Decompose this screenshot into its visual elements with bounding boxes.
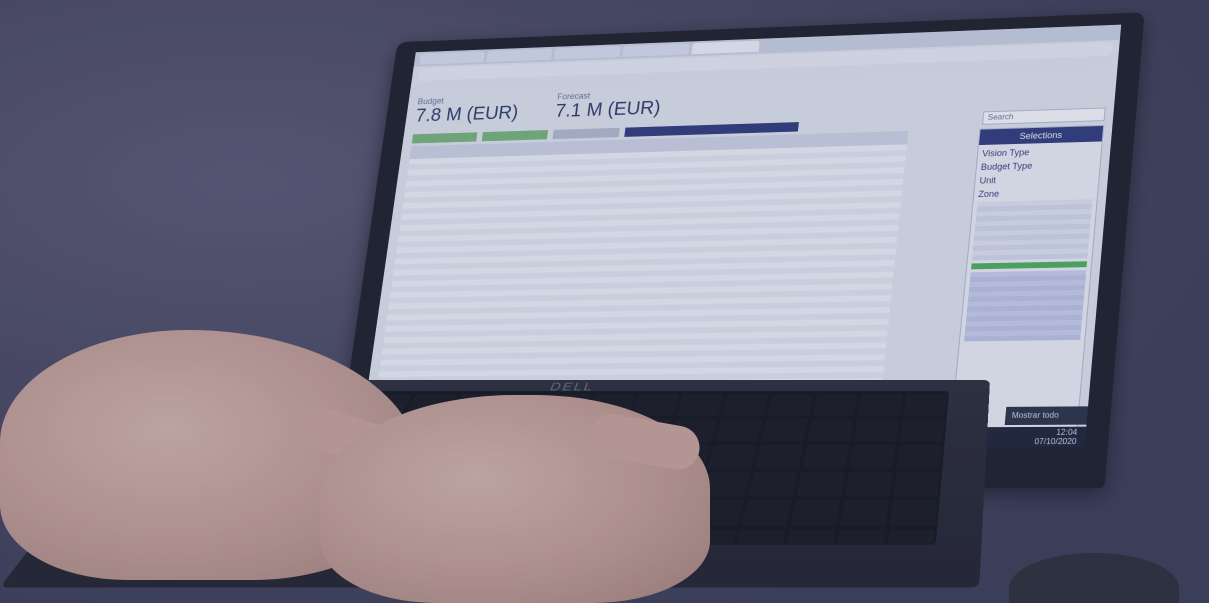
notification-popup: Mostrar todo: [1004, 406, 1091, 426]
grey-filter-bar: [552, 127, 620, 140]
clock-date: 07/10/2020: [1033, 436, 1077, 447]
browser-tab: [622, 43, 690, 57]
browser-tab: [486, 48, 553, 63]
selected-row-highlight: [971, 261, 1088, 270]
browser-tab: [419, 51, 485, 65]
kpi-forecast-value: 7.1 M (EUR): [554, 97, 662, 122]
kpi-forecast: Forecast 7.1 M (EUR): [554, 88, 663, 122]
taskbar-clock: 12:04 07/10/2020: [1034, 428, 1078, 446]
green-filter-bar: [411, 132, 478, 144]
selected-list: [964, 270, 1087, 342]
green-filter-bar: [481, 130, 549, 142]
browser-tab: [553, 46, 621, 60]
kpi-budget: Budget 7.8 M (EUR): [414, 93, 521, 127]
kpi-budget-value: 7.8 M (EUR): [414, 102, 520, 127]
browser-tab-active: [691, 40, 760, 55]
zone-list: [971, 199, 1093, 261]
photo-frame: Budget 7.8 M (EUR) Forecast 7.1 M (EUR) …: [0, 0, 1209, 603]
clock-time: 12:04: [1055, 427, 1078, 437]
